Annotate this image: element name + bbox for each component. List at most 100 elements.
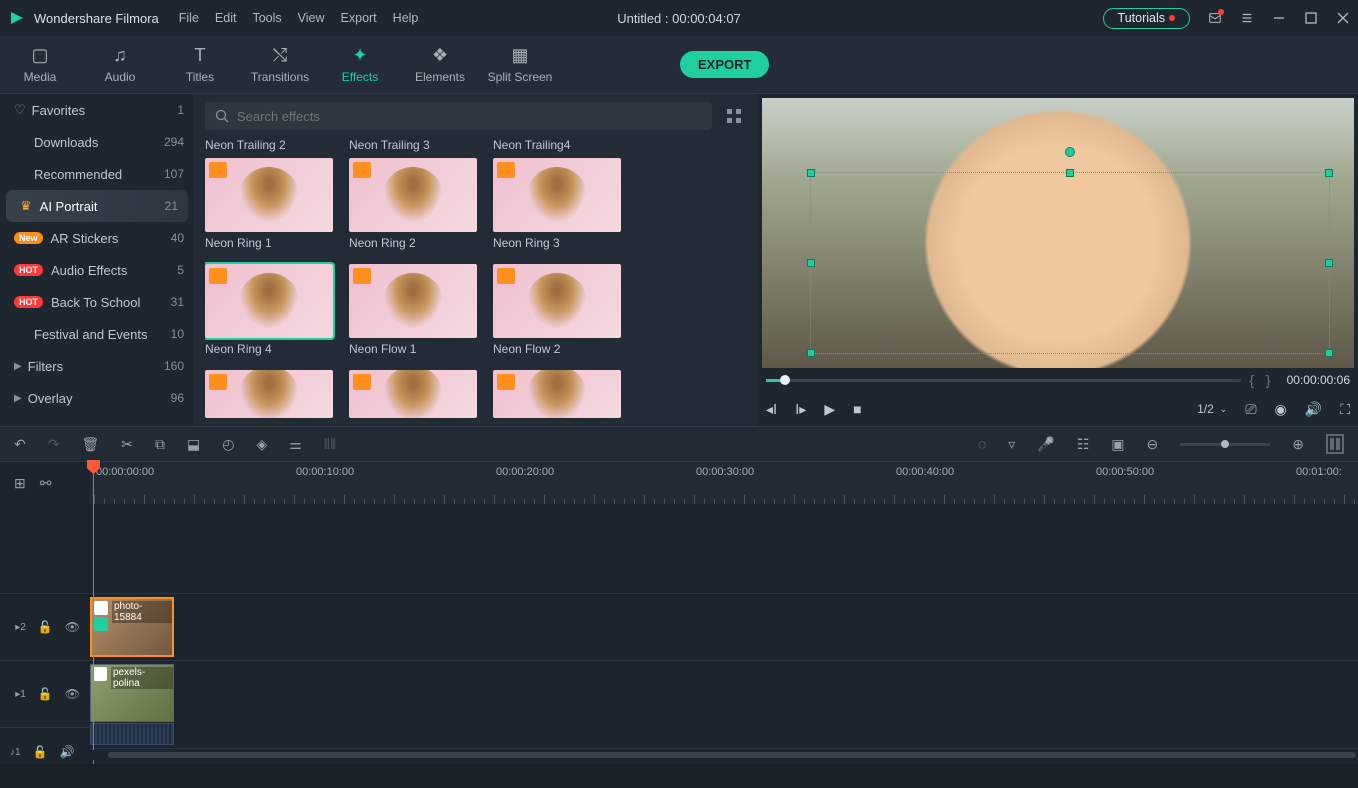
clip-photo[interactable]: photo-15884: [90, 597, 174, 657]
menu-view[interactable]: View: [298, 11, 325, 25]
grid-view-icon[interactable]: [720, 102, 748, 130]
preview-scale-select[interactable]: 1/2⌄: [1197, 402, 1227, 416]
seek-thumb[interactable]: [780, 375, 790, 385]
sidebar-item-overlay[interactable]: ▶Overlay96: [0, 382, 194, 414]
play-icon[interactable]: ▶: [824, 401, 835, 418]
search-input[interactable]: [237, 109, 702, 124]
zoom-in-icon[interactable]: ⊕: [1292, 436, 1304, 453]
tab-transitions[interactable]: ⤭Transitions: [240, 36, 320, 93]
stop-icon[interactable]: ■: [853, 401, 861, 417]
minimize-icon[interactable]: [1272, 11, 1286, 25]
sidebar-item-festival[interactable]: Festival and Events10: [0, 318, 194, 350]
time-ruler[interactable]: 00:00:00:0000:00:10:0000:00:20:0000:00:3…: [90, 462, 1358, 504]
display-icon[interactable]: ⎚: [1245, 401, 1256, 418]
selection-box[interactable]: [810, 172, 1330, 354]
menu-tools[interactable]: Tools: [252, 11, 281, 25]
resize-handle[interactable]: [807, 349, 815, 357]
sidebar-item-audio-effects[interactable]: HOTAudio Effects5: [0, 254, 194, 286]
effect-item[interactable]: Neon Ring 2: [349, 158, 477, 250]
color-icon[interactable]: ◈: [256, 436, 267, 453]
sidebar-item-filters[interactable]: ▶Filters160: [0, 350, 194, 382]
timer-icon[interactable]: ◴: [222, 436, 234, 453]
crop-icon[interactable]: ⧉: [155, 436, 165, 453]
effect-thumbnail[interactable]: [349, 264, 477, 338]
effect-thumbnail[interactable]: [205, 264, 333, 338]
effect-item[interactable]: [205, 370, 333, 418]
rotate-handle[interactable]: [1065, 147, 1075, 157]
resize-handle[interactable]: [807, 259, 815, 267]
tab-elements[interactable]: ❖Elements: [400, 36, 480, 93]
effect-item[interactable]: [493, 370, 621, 418]
tracks-area[interactable]: photo-15884 pexels-polina: [90, 504, 1358, 744]
sidebar-item-recommended[interactable]: Recommended107: [0, 158, 194, 190]
effect-item[interactable]: Neon Ring 1: [205, 158, 333, 250]
effect-item[interactable]: Neon Flow 2: [493, 264, 621, 356]
video-track-1[interactable]: pexels-polina: [90, 661, 1358, 749]
close-icon[interactable]: [1336, 11, 1350, 25]
target-icon[interactable]: ◌: [978, 436, 986, 452]
timeline-scrollbar[interactable]: [90, 750, 1358, 760]
prev-frame-icon[interactable]: ◂Ⅰ: [766, 401, 777, 418]
maximize-icon[interactable]: [1304, 11, 1318, 25]
message-icon[interactable]: [1208, 11, 1222, 25]
menu-file[interactable]: File: [179, 11, 199, 25]
search-box[interactable]: [205, 102, 712, 130]
effect-item[interactable]: [349, 370, 477, 418]
lock-icon[interactable]: 🔓: [38, 687, 53, 701]
undo-icon[interactable]: ↶: [14, 436, 26, 453]
mic-icon[interactable]: 🎤: [1037, 436, 1054, 453]
tab-split-screen[interactable]: ▦Split Screen: [480, 36, 560, 93]
effect-thumbnail[interactable]: [349, 370, 477, 418]
effect-item[interactable]: Neon Ring 3: [493, 158, 621, 250]
clip-video[interactable]: pexels-polina: [90, 664, 174, 722]
trash-icon[interactable]: 🗑: [81, 436, 99, 453]
lock-icon[interactable]: 🔓: [38, 620, 53, 634]
tutorials-button[interactable]: Tutorials: [1103, 8, 1190, 29]
zoom-slider[interactable]: [1180, 443, 1270, 446]
track-empty[interactable]: [90, 504, 1358, 594]
sidebar-item-favorites[interactable]: ♡Favorites1: [0, 94, 194, 126]
menu-edit[interactable]: Edit: [215, 11, 237, 25]
magnet-icon[interactable]: ⚯: [40, 475, 52, 492]
render-preview-icon[interactable]: [1326, 434, 1344, 454]
sidebar-item-downloads[interactable]: Downloads294: [0, 126, 194, 158]
fullscreen-icon[interactable]: ⛶: [1340, 401, 1350, 418]
tab-audio[interactable]: ♫Audio: [80, 36, 160, 93]
resize-handle[interactable]: [807, 169, 815, 177]
effect-item[interactable]: Neon Flow 1: [349, 264, 477, 356]
effect-thumbnail[interactable]: [349, 158, 477, 232]
resize-handle[interactable]: [1066, 169, 1074, 177]
eye-icon[interactable]: 👁: [65, 687, 80, 701]
cut-icon[interactable]: ✂: [121, 436, 133, 453]
effect-thumbnail[interactable]: [493, 264, 621, 338]
marker-icon[interactable]: ▿: [1008, 436, 1015, 453]
effect-thumbnail[interactable]: [205, 158, 333, 232]
speed-icon[interactable]: ⬓: [187, 436, 200, 453]
sidebar-item-back-to-school[interactable]: HOTBack To School31: [0, 286, 194, 318]
export-button[interactable]: EXPORT: [680, 51, 769, 78]
video-track-2[interactable]: photo-15884: [90, 594, 1358, 661]
sidebar-item-ar-stickers[interactable]: NewAR Stickers40: [0, 222, 194, 254]
snapshot-icon[interactable]: ◉: [1275, 401, 1287, 418]
effect-thumbnail[interactable]: [493, 370, 621, 418]
resize-handle[interactable]: [1325, 259, 1333, 267]
list-icon[interactable]: [1240, 11, 1254, 25]
preview-canvas[interactable]: [762, 98, 1354, 368]
eye-icon[interactable]: 👁: [65, 620, 80, 634]
zoom-out-icon[interactable]: ⊖: [1147, 436, 1159, 453]
keyframe-icon[interactable]: ▣: [1111, 436, 1124, 453]
tab-effects[interactable]: ✦Effects: [320, 36, 400, 93]
tab-media[interactable]: ▢Media: [0, 36, 80, 93]
lock-icon[interactable]: 🔓: [33, 745, 48, 759]
waveform-icon[interactable]: ⦀⦀: [324, 436, 336, 453]
volume-icon[interactable]: 🔊: [60, 745, 75, 759]
scrollbar-thumb[interactable]: [108, 752, 1356, 758]
resize-handle[interactable]: [1325, 349, 1333, 357]
add-track-icon[interactable]: ⊞: [14, 475, 26, 492]
zoom-thumb[interactable]: [1221, 440, 1229, 448]
volume-icon[interactable]: 🔊: [1305, 401, 1322, 418]
playhead[interactable]: [93, 462, 94, 764]
effect-thumbnail[interactable]: [205, 370, 333, 418]
effect-thumbnail[interactable]: [493, 158, 621, 232]
redo-icon[interactable]: ↷: [48, 436, 60, 453]
